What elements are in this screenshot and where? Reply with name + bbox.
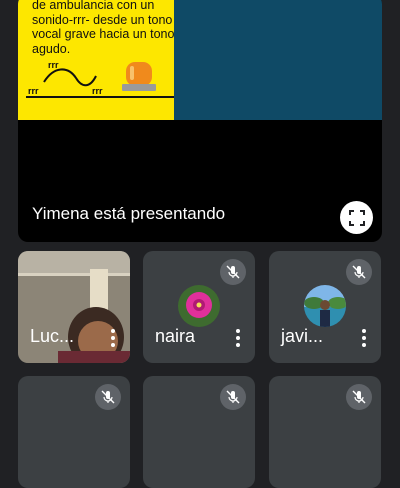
presenter-label: Yimena está presentando <box>32 204 226 223</box>
fullscreen-icon <box>348 209 365 226</box>
fullscreen-button[interactable] <box>340 201 373 234</box>
sound-label-left: rrr <box>28 86 39 96</box>
more-options-button[interactable] <box>235 329 241 347</box>
participant-tile[interactable]: naira <box>143 251 255 363</box>
participant-name: javi... <box>281 326 324 346</box>
presentation-view[interactable]: de ambulancia con un sonido-rrr- desde u… <box>18 0 382 242</box>
avatar <box>178 285 220 327</box>
siren-icon <box>122 62 156 91</box>
participant-tile[interactable] <box>143 376 255 488</box>
participant-tile[interactable]: javi... <box>269 251 381 363</box>
slide-background-panel <box>174 0 382 120</box>
participant-tile[interactable] <box>269 376 381 488</box>
mic-off-icon <box>220 384 246 410</box>
mic-off-icon <box>346 259 372 285</box>
mic-off-icon <box>220 259 246 285</box>
slide-text: de ambulancia con un sonido-rrr- desde u… <box>32 0 175 56</box>
sound-label-top: rrr <box>48 60 59 70</box>
mic-off-icon <box>346 384 372 410</box>
slide-text-panel: de ambulancia con un sonido-rrr- desde u… <box>18 0 174 120</box>
mic-off-icon <box>95 384 121 410</box>
avatar <box>304 285 346 327</box>
siren-sound-illustration: rrr rrr rrr <box>26 60 174 98</box>
participant-tile[interactable]: Luc... <box>18 251 130 363</box>
participant-name: Luc... <box>30 326 75 346</box>
participant-name: naira <box>155 326 196 346</box>
more-options-button[interactable] <box>110 329 116 347</box>
participant-tile[interactable] <box>18 376 130 488</box>
sound-label-right: rrr <box>92 86 103 96</box>
more-options-button[interactable] <box>361 329 367 347</box>
